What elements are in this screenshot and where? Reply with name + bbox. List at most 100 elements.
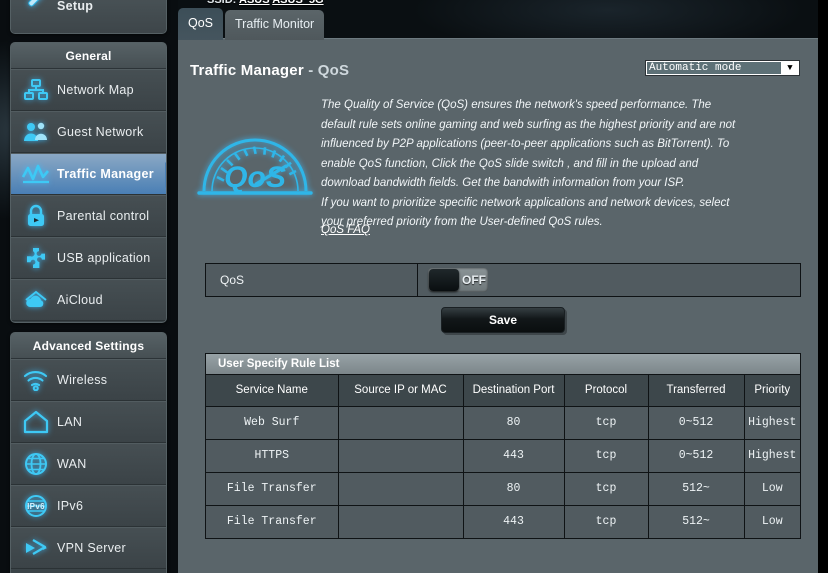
qos-toggle-switch[interactable]: OFF <box>428 268 488 292</box>
table-header-row: Service Name Source IP or MAC Destinatio… <box>206 375 800 406</box>
puzzle-icon <box>19 242 53 274</box>
sidebar-item-label: VPN Server <box>57 541 126 555</box>
qos-switch-label: QoS <box>206 264 418 296</box>
sidebar-item-usb-application[interactable]: USB application <box>11 237 166 279</box>
guest-network-icon <box>19 116 53 148</box>
cell-source-ip-or-mac <box>338 406 463 439</box>
globe-icon <box>19 448 53 480</box>
qos-description-paragraph-2: If you want to prioritize specific netwo… <box>321 194 736 233</box>
svg-text:IPv6: IPv6 <box>27 502 45 511</box>
sidebar-item-wan[interactable]: WAN <box>11 443 166 485</box>
qos-mode-select[interactable]: Automatic mode ▼ <box>645 60 800 76</box>
sidebar-item-label: Guest Network <box>57 125 144 139</box>
qos-logo-text: QoS <box>224 161 286 194</box>
cell-transferred: 512~ <box>648 472 744 505</box>
chevron-down-icon: ▼ <box>781 63 799 73</box>
magic-wand-icon <box>19 0 53 13</box>
sidebar-item-guest-network[interactable]: Guest Network <box>11 111 166 153</box>
column-header-transferred: Transferred <box>648 375 744 406</box>
network-map-icon <box>19 74 53 106</box>
sidebar-item-label: AiCloud <box>57 293 103 307</box>
cell-priority: Low <box>744 505 800 538</box>
home-icon <box>19 406 53 438</box>
cell-protocol: tcp <box>564 472 648 505</box>
cell-service-name: Web Surf <box>206 406 338 439</box>
cell-priority: Highest <box>744 406 800 439</box>
cell-destination-port: 80 <box>463 472 564 505</box>
page-title: Traffic Manager - QoS <box>190 62 349 79</box>
cell-source-ip-or-mac <box>338 439 463 472</box>
main-content-panel: Traffic Manager - QoS Automatic mode ▼ <box>178 38 818 573</box>
rule-table: Service Name Source IP or MAC Destinatio… <box>206 375 800 538</box>
qos-faq-link[interactable]: QoS FAQ <box>321 224 370 236</box>
cell-destination-port: 443 <box>463 439 564 472</box>
sidebar-item-label: Network Map <box>57 83 134 97</box>
qos-description: The Quality of Service (QoS) ensures the… <box>321 96 736 233</box>
wifi-icon <box>19 364 53 396</box>
sidebar-item-label: LAN <box>57 415 82 429</box>
table-row[interactable]: File Transfer 443 tcp 512~ Low <box>206 505 800 538</box>
page-title-main: Traffic Manager <box>190 62 304 79</box>
ssid-label: SSID: <box>207 0 236 6</box>
ipv6-globe-icon: IPv6 <box>19 490 53 522</box>
column-header-protocol: Protocol <box>564 375 648 406</box>
save-button[interactable]: Save <box>441 307 565 333</box>
sidebar-item-parental-control[interactable]: Parental control <box>11 195 166 237</box>
page-title-sub: - QoS <box>304 62 349 79</box>
sidebar-item-label: Traffic Manager <box>57 167 154 181</box>
qos-mode-select-value: Automatic mode <box>647 62 781 74</box>
cell-priority: Highest <box>744 439 800 472</box>
column-header-source-ip-or-mac: Source IP or MAC <box>338 375 463 406</box>
column-header-priority: Priority <box>744 375 800 406</box>
advanced-panel-header: Advanced Settings <box>11 333 166 359</box>
lock-icon <box>19 200 53 232</box>
ssid-24ghz-link[interactable]: ASUS <box>239 0 270 6</box>
advanced-settings-panel: Advanced Settings Wireless LAN <box>10 332 167 573</box>
router-admin-page: SSID: ASUS ASUS_5G QoS Traffic Monitor Q… <box>0 0 828 573</box>
rule-list-title: User Specify Rule List <box>206 354 800 375</box>
cell-source-ip-or-mac <box>338 505 463 538</box>
qos-switch-row: QoS OFF <box>205 263 801 297</box>
column-header-service-name: Service Name <box>206 375 338 406</box>
ssid-info: SSID: ASUS ASUS_5G <box>207 0 324 6</box>
sidebar-item-traffic-manager[interactable]: Traffic Manager <box>11 153 166 195</box>
tab-qos[interactable]: QoS <box>178 8 223 40</box>
vpn-icon <box>19 532 53 564</box>
sidebar-item-aicloud[interactable]: AiCloud <box>11 279 166 321</box>
table-row[interactable]: File Transfer 80 tcp 512~ Low <box>206 472 800 505</box>
sidebar-item-label: USB application <box>57 251 150 265</box>
ssid-5ghz-link[interactable]: ASUS_5G <box>272 0 323 6</box>
selected-indicator-arrow <box>165 162 167 188</box>
tab-traffic-monitor[interactable]: Traffic Monitor <box>225 10 324 40</box>
qos-toggle-state: OFF <box>460 273 488 287</box>
sidebar-item-network-map[interactable]: Network Map <box>11 69 166 111</box>
sidebar-item-label: IPv6 <box>57 499 83 513</box>
cell-protocol: tcp <box>564 406 648 439</box>
table-row[interactable]: HTTPS 443 tcp 0~512 Highest <box>206 439 800 472</box>
column-header-destination-port: Destination Port <box>463 375 564 406</box>
qos-description-paragraph-1: The Quality of Service (QoS) ensures the… <box>321 96 736 194</box>
quick-internet-setup-panel: Quick Internet Setup <box>10 0 167 34</box>
sidebar-item-quick-internet-setup[interactable]: Quick Internet Setup <box>11 0 166 34</box>
cell-transferred: 0~512 <box>648 406 744 439</box>
cell-protocol: tcp <box>564 505 648 538</box>
tab-bar: QoS Traffic Monitor <box>178 8 326 40</box>
cell-service-name: File Transfer <box>206 472 338 505</box>
traffic-manager-icon <box>19 158 53 190</box>
general-panel-header: General <box>11 43 166 69</box>
rule-table-body: Web Surf 80 tcp 0~512 Highest HTTPS 443 … <box>206 406 800 538</box>
cell-service-name: File Transfer <box>206 505 338 538</box>
sidebar-item-label: Quick Internet Setup <box>57 0 166 14</box>
sidebar-item-vpn-server[interactable]: VPN Server <box>11 527 166 569</box>
sidebar-item-wireless[interactable]: Wireless <box>11 359 166 401</box>
table-row[interactable]: Web Surf 80 tcp 0~512 Highest <box>206 406 800 439</box>
sidebar-item-ipv6[interactable]: IPv6 IPv6 <box>11 485 166 527</box>
toggle-knob <box>429 269 459 291</box>
cell-destination-port: 80 <box>463 406 564 439</box>
cell-priority: Low <box>744 472 800 505</box>
sidebar-item-lan[interactable]: LAN <box>11 401 166 443</box>
sidebar-item-label: Wireless <box>57 373 107 387</box>
save-button-container: Save <box>205 307 801 333</box>
general-panel: General Network Map <box>10 42 167 323</box>
cell-service-name: HTTPS <box>206 439 338 472</box>
